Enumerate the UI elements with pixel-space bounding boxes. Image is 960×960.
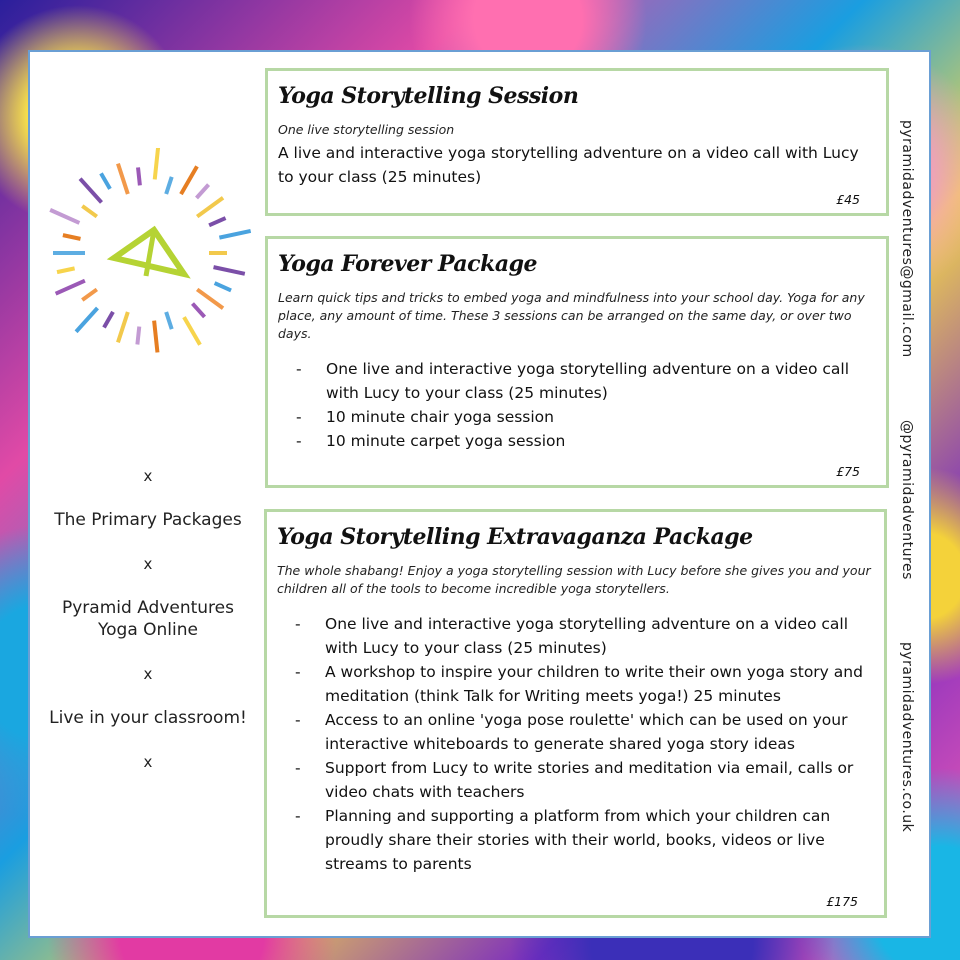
- package-card-storytelling-session: Yoga Storytelling Session One live story…: [265, 68, 889, 216]
- contact-handle: @pyramidadventures: [899, 420, 915, 580]
- sun-ray: [81, 204, 99, 219]
- sun-ray: [195, 183, 211, 200]
- sun-ray: [102, 310, 115, 329]
- separator-x: x: [143, 753, 153, 771]
- package-price: £175: [826, 894, 858, 909]
- sun-ray: [78, 177, 103, 204]
- list-item: One live and interactive yoga storytelli…: [295, 612, 874, 660]
- separator-x: x: [143, 665, 153, 683]
- nav-item-primary-packages: The Primary Packages: [54, 510, 242, 530]
- separator-x: x: [143, 467, 153, 485]
- sun-ray: [49, 208, 81, 225]
- sun-ray: [195, 196, 225, 219]
- sun-ray: [218, 229, 252, 240]
- package-title: Yoga Forever Package: [278, 251, 537, 277]
- sun-ray: [116, 311, 130, 344]
- sun-ray: [62, 233, 81, 241]
- list-item: Planning and supporting a platform from …: [295, 804, 874, 876]
- package-title: Yoga Storytelling Session: [278, 83, 579, 109]
- package-item-list: One live and interactive yoga storytelli…: [296, 357, 876, 453]
- package-price: £45: [836, 192, 860, 207]
- package-subtitle: One live storytelling session: [278, 122, 455, 137]
- package-subtitle: The whole shabang! Enjoy a yoga storytel…: [277, 563, 871, 596]
- package-title: Yoga Storytelling Extravaganza Package: [277, 524, 753, 550]
- contact-website: pyramidadventures.co.uk: [899, 642, 915, 833]
- package-description: A live and interactive yoga storytelling…: [278, 144, 859, 186]
- package-item-list: One live and interactive yoga storytelli…: [295, 612, 874, 876]
- pyramid-sunburst-logo: [49, 148, 252, 353]
- sun-ray: [213, 281, 232, 293]
- sun-ray: [208, 216, 227, 228]
- sun-ray: [213, 265, 246, 276]
- sun-ray: [135, 326, 142, 345]
- sun-ray: [136, 167, 142, 186]
- sun-ray: [152, 320, 160, 353]
- sun-ray: [99, 172, 112, 190]
- list-item: Access to an online 'yoga pose roulette'…: [295, 708, 874, 756]
- list-item: One live and interactive yoga storytelli…: [296, 357, 876, 405]
- list-item: Support from Lucy to write stories and m…: [295, 756, 874, 804]
- package-card-yoga-forever: Yoga Forever Package Learn quick tips an…: [265, 236, 889, 488]
- sun-ray: [74, 306, 99, 334]
- sidebar-nav: x The Primary Packages x Pyramid Adventu…: [44, 465, 252, 795]
- nav-item-yoga-online: Pyramid Adventures Yoga Online: [62, 598, 234, 640]
- package-card-extravaganza: Yoga Storytelling Extravaganza Package T…: [264, 509, 887, 918]
- sun-ray: [56, 266, 76, 275]
- sun-ray: [164, 311, 174, 330]
- sun-ray: [191, 302, 207, 319]
- sun-ray: [179, 165, 199, 196]
- contact-email: pyramidadventures@gmail.com: [899, 120, 915, 358]
- sun-ray: [81, 287, 99, 302]
- sun-ray: [164, 176, 174, 195]
- separator-x: x: [143, 555, 153, 573]
- sun-ray: [195, 287, 225, 310]
- sun-ray: [54, 278, 86, 296]
- list-item: A workshop to inspire your children to w…: [295, 660, 874, 708]
- package-price: £75: [836, 464, 860, 479]
- package-subtitle: Learn quick tips and tricks to embed yog…: [278, 290, 865, 341]
- sun-ray: [152, 148, 161, 180]
- sun-ray: [182, 316, 202, 346]
- sun-ray: [116, 162, 130, 195]
- nav-item-live-classroom: Live in your classroom!: [49, 708, 247, 728]
- list-item: 10 minute carpet yoga session: [296, 429, 876, 453]
- list-item: 10 minute chair yoga session: [296, 405, 876, 429]
